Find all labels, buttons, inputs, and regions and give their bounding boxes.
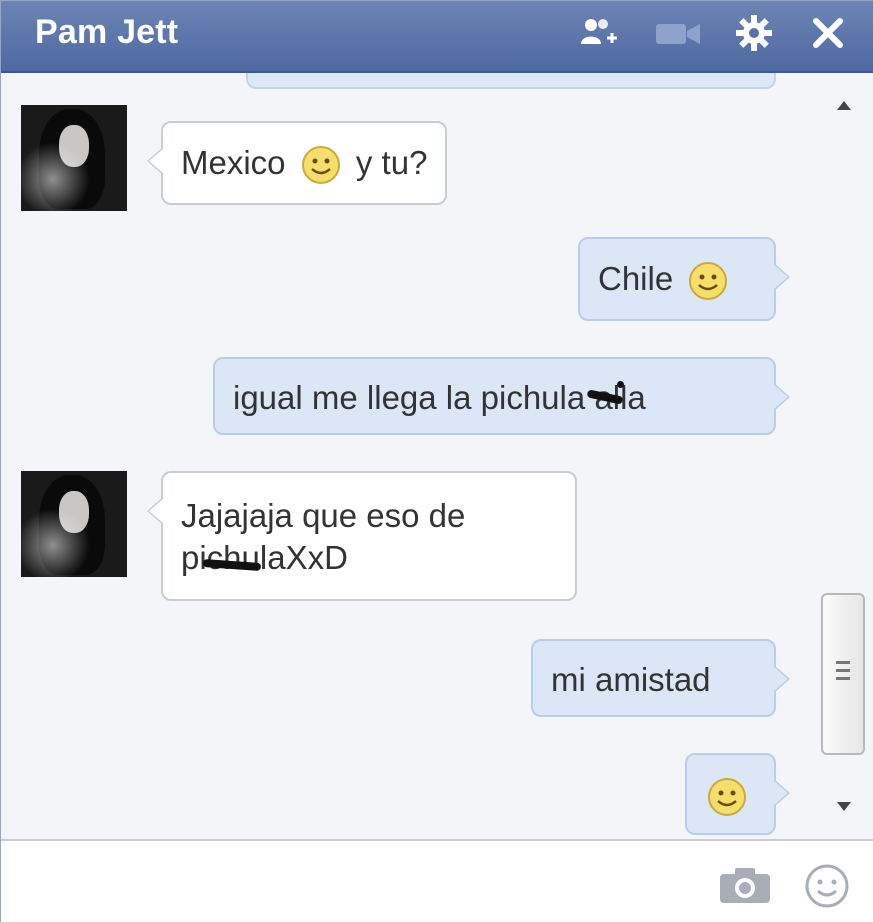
avatar[interactable] — [21, 105, 127, 211]
video-call-icon[interactable] — [651, 13, 705, 53]
message-bubble-incoming: Jajajaja que eso de pichulaXxD — [147, 471, 577, 601]
chat-header: Pam Jett — [1, 1, 873, 73]
smiley-icon — [689, 262, 728, 301]
previous-message-bubble — [246, 73, 776, 89]
message-bubble-outgoing: igual me llega la pichula alla — [213, 357, 790, 435]
contact-name[interactable]: Pam Jett — [35, 13, 178, 52]
message-list[interactable]: Mexico y tu? Chile igual me llega la pic… — [1, 73, 873, 839]
message-bubble-outgoing: mi amistad — [531, 639, 790, 717]
message-text: Mexico — [181, 144, 286, 181]
message-composer — [1, 839, 873, 922]
message-text: igual me llega la pichula alla — [233, 379, 646, 416]
camera-icon[interactable] — [717, 865, 773, 905]
smiley-icon — [708, 778, 746, 817]
message-text: pichulaXxD — [181, 539, 348, 576]
gear-icon[interactable] — [731, 13, 777, 53]
message-bubble-incoming: Mexico y tu? — [147, 121, 448, 205]
scroll-up-arrow-icon[interactable] — [831, 93, 857, 119]
censor-scribble — [617, 381, 624, 388]
scroll-down-arrow-icon[interactable] — [831, 793, 857, 819]
smiley-icon — [301, 146, 340, 185]
message-bubble-outgoing — [685, 753, 790, 835]
close-icon[interactable] — [805, 13, 851, 53]
avatar[interactable] — [21, 471, 127, 577]
emoji-icon[interactable] — [804, 863, 850, 909]
message-text: mi amistad — [551, 661, 711, 698]
scrollbar-thumb[interactable] — [821, 593, 865, 755]
message-text: Jajajaja que eso de — [181, 497, 466, 534]
scrollbar[interactable] — [819, 93, 869, 833]
message-bubble-outgoing: Chile — [578, 237, 790, 321]
chat-window: Pam Jett Mexico y tu? Chile igual me lle… — [0, 0, 873, 922]
message-text: y tu? — [355, 144, 428, 181]
message-text: Chile — [598, 260, 674, 297]
add-friend-icon[interactable] — [573, 13, 625, 53]
message-input[interactable] — [21, 855, 701, 911]
